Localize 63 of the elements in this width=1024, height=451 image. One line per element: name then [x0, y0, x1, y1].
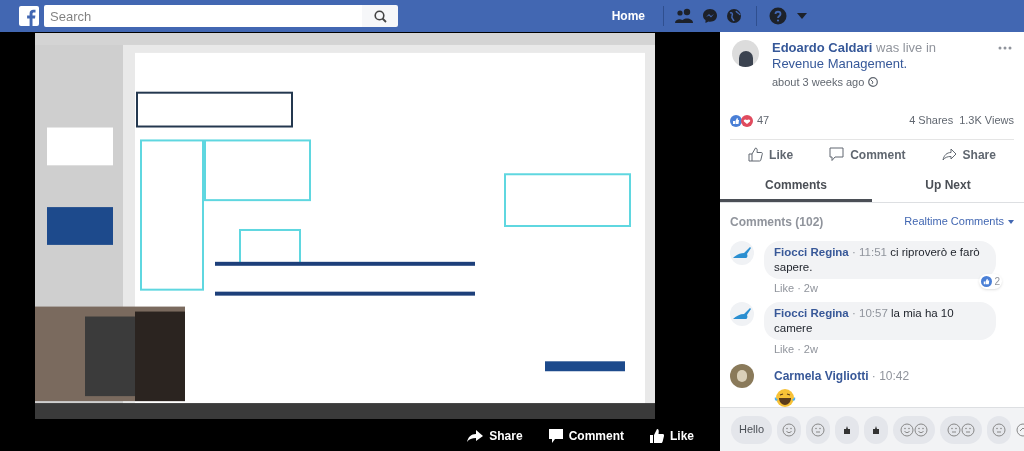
share-icon — [467, 429, 484, 442]
neutral-face-icon — [961, 422, 976, 437]
search-button[interactable] — [362, 5, 398, 27]
quick-reply-button[interactable]: Hello — [731, 415, 773, 444]
share-icon — [941, 148, 957, 161]
shoe-icon — [732, 308, 752, 320]
emoji-reply-button[interactable] — [835, 415, 860, 444]
help-icon[interactable] — [769, 7, 787, 25]
logo-icon[interactable] — [19, 6, 39, 26]
smiley-icon — [900, 422, 915, 437]
post-time: about 3 weeks ago — [772, 75, 865, 90]
video-action-button[interactable]: Share — [467, 426, 523, 445]
search-icon — [373, 9, 387, 23]
comment-icon — [829, 147, 845, 162]
commenter-avatar[interactable] — [730, 302, 754, 326]
reactions-icon — [730, 114, 754, 127]
separator: · — [797, 280, 801, 296]
caret-icon — [1008, 219, 1014, 224]
author-link[interactable]: Fiocci Regina — [774, 307, 849, 319]
post-action-button[interactable]: Comment — [829, 145, 906, 164]
like-count-badge[interactable]: 2 — [979, 273, 1002, 289]
author-avatar[interactable] — [732, 40, 759, 67]
author-link[interactable]: Carmela Vigliotti — [774, 368, 869, 383]
video-action-button[interactable]: Like — [650, 426, 694, 445]
video-action-button[interactable]: Comment — [548, 426, 624, 445]
post-header-text: Edoardo Caldari was live in Revenue Management. — [772, 40, 937, 72]
comment-age: 2w — [803, 342, 818, 357]
emoji-reply-button[interactable] — [864, 415, 889, 444]
author-link[interactable]: Fiocci Regina — [774, 245, 849, 258]
nav-link[interactable]: Home — [611, 7, 645, 25]
smiley-icon — [782, 422, 797, 437]
separator: · — [797, 342, 801, 357]
commenter-avatar[interactable] — [730, 240, 754, 265]
neutral-face-icon — [811, 422, 826, 437]
reaction-count[interactable]: 47 — [757, 112, 770, 129]
post-action-button[interactable]: Share — [941, 145, 996, 164]
neutral-face-icon — [947, 422, 962, 437]
more-icon[interactable] — [998, 46, 1012, 50]
neutral-face-icon — [992, 422, 1007, 437]
globe-icon[interactable] — [726, 8, 742, 24]
comment-icon — [548, 428, 563, 443]
comments-count: Comments (102) — [730, 213, 824, 231]
comment-bubble: Fiocci Regina · 11:51 ci riproverò e farò sapere. — [764, 240, 996, 279]
search-field[interactable]: Search — [44, 5, 362, 27]
shoe-icon — [732, 246, 752, 259]
messenger-icon[interactable] — [702, 8, 718, 24]
laughing-emoji-icon — [774, 387, 796, 408]
shares-count[interactable]: 4 Shares — [909, 112, 954, 129]
author-link[interactable]: Edoardo Caldari — [772, 40, 873, 55]
smiley-icon — [914, 422, 929, 437]
friends-icon[interactable] — [674, 8, 694, 24]
tab[interactable]: Up Next — [872, 171, 1024, 202]
comment-age: 2w — [803, 280, 818, 296]
comment-bubble: Fiocci Regina · 10:57 la mia ha 10 camere — [764, 302, 996, 340]
post-action-button[interactable]: Like — [748, 145, 794, 164]
caret-icon[interactable] — [797, 13, 807, 19]
sort-dropdown[interactable]: Realtime Comments — [904, 213, 1014, 230]
commenter-avatar[interactable] — [730, 363, 754, 388]
comment-text: Carmela Vigliotti · 10:42 — [773, 367, 911, 385]
globe-icon — [868, 77, 879, 88]
group-link[interactable]: Revenue Management. — [772, 56, 908, 71]
views-count: 1.3K Views — [959, 113, 1014, 129]
tab[interactable]: Comments — [720, 171, 872, 202]
